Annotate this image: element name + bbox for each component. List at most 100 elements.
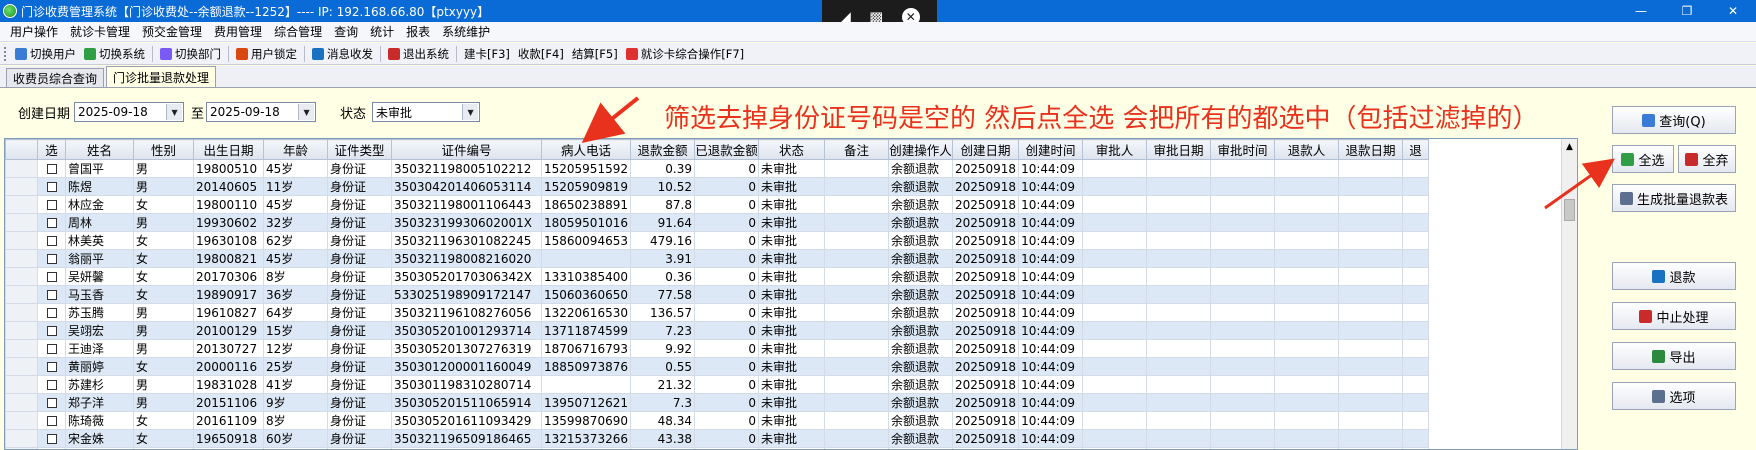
select-cell[interactable] (37, 303, 66, 322)
row-checkbox[interactable] (46, 218, 57, 228)
close-icon[interactable]: ✕ (1710, 0, 1756, 22)
table-row[interactable]: 马玉香女 19890917 36岁 身份证 533025198909172147 1506… (5, 285, 1430, 304)
column-header[interactable]: 审批日期 (1146, 139, 1212, 160)
table-row[interactable]: 吴妍馨女 20170306 8岁 身份证 35030520170306342X 13310… (5, 267, 1430, 286)
table-row[interactable]: 林美英女 19630108 62岁 身份证 350321196301082245 1586… (5, 231, 1430, 250)
row-indicator[interactable] (5, 429, 38, 448)
select-cell[interactable] (37, 393, 66, 412)
select-cell[interactable] (37, 267, 66, 286)
column-header[interactable]: 创建日期 (951, 139, 1020, 160)
row-indicator[interactable] (5, 339, 38, 358)
toolbar-button[interactable]: 退出系统 (384, 46, 453, 62)
column-header[interactable]: 退款人 (1274, 139, 1340, 160)
column-header[interactable]: 退款金额 (629, 139, 695, 160)
select-cell[interactable] (37, 231, 66, 250)
menu-item[interactable]: 费用管理 (208, 23, 268, 40)
row-indicator[interactable] (5, 357, 38, 376)
select-cell[interactable] (37, 213, 66, 232)
row-indicator[interactable] (5, 177, 38, 196)
tab-cashier-query[interactable]: 收费员综合查询 (6, 68, 105, 87)
row-indicator[interactable] (5, 231, 38, 250)
chevron-down-icon[interactable]: ▼ (298, 104, 315, 120)
row-checkbox[interactable] (46, 182, 57, 192)
vertical-scrollbar[interactable]: ▲ (1561, 139, 1577, 449)
row-indicator[interactable] (5, 213, 38, 232)
toolbar-button[interactable]: 收款[F4] (514, 46, 568, 62)
restore-icon[interactable]: ❐ (1664, 0, 1710, 22)
refund-button[interactable]: 退款 (1612, 262, 1736, 290)
toolbar-button[interactable]: 就诊卡综合操作[F7] (622, 46, 748, 62)
menu-item[interactable]: 预交金管理 (136, 23, 208, 40)
column-header[interactable]: 选 (37, 139, 66, 160)
select-cell[interactable] (37, 375, 66, 394)
column-header[interactable]: 年龄 (263, 139, 328, 160)
row-indicator[interactable] (5, 159, 38, 178)
column-header[interactable]: 退款日期 (1338, 139, 1404, 160)
menu-item[interactable]: 统计 (364, 23, 400, 40)
toolbar-button[interactable]: 结算[F5] (568, 46, 622, 62)
table-row[interactable]: 郑子洋男 20151106 9岁 身份证 350305201511065914 13950… (5, 393, 1430, 412)
select-cell[interactable] (37, 249, 66, 268)
row-checkbox[interactable] (46, 416, 57, 426)
table-row[interactable]: 陈煜男 20140605 11岁 身份证 350304201406053114 15205… (5, 177, 1430, 196)
table-row[interactable]: 黄丽婷女 20000116 25岁 身份证 350301200001160049 1885… (5, 357, 1430, 376)
select-all-button[interactable]: 全选 (1612, 145, 1674, 173)
row-checkbox[interactable] (46, 254, 57, 264)
toolbar-button[interactable]: 切换部门 (156, 46, 225, 62)
scroll-thumb[interactable] (1564, 199, 1575, 221)
table-row[interactable]: 陈琦薇女 20161109 8岁 身份证 350305201611093429 13599… (5, 411, 1430, 430)
row-checkbox[interactable] (46, 308, 57, 318)
select-cell[interactable] (37, 339, 66, 358)
menu-item[interactable]: 综合管理 (268, 23, 328, 40)
menu-item[interactable]: 系统维护 (436, 23, 496, 40)
column-header[interactable]: 创建时间 (1018, 139, 1084, 160)
table-row[interactable]: 吴翊宏男 20100129 15岁 身份证 350305201001293714 1371… (5, 321, 1430, 340)
column-header[interactable]: 证件编号 (391, 139, 542, 160)
generate-refund-table-button[interactable]: 生成批量退款表 (1612, 184, 1736, 212)
chevron-down-icon[interactable]: ▼ (462, 104, 479, 120)
tab-batch-refund[interactable]: 门诊批量退款处理 (106, 66, 217, 87)
options-button[interactable]: 选项 (1612, 382, 1736, 410)
toolbar-button[interactable]: 消息收发 (308, 46, 377, 62)
column-header[interactable]: 状态 (757, 139, 825, 160)
row-checkbox[interactable] (46, 290, 57, 300)
table-row[interactable]: 周林男 19930602 32岁 身份证 35032319930602001X 18059… (5, 213, 1430, 232)
row-indicator[interactable] (5, 375, 38, 394)
row-indicator[interactable] (5, 411, 38, 430)
query-button[interactable]: 查询(Q) (1612, 106, 1736, 134)
date-from-picker[interactable]: 2025-09-18 ▼ (74, 102, 185, 122)
column-header[interactable]: 病人电话 (541, 139, 631, 160)
date-to-picker[interactable]: 2025-09-18 ▼ (206, 102, 317, 122)
scroll-up-icon[interactable]: ▲ (1562, 139, 1577, 155)
column-header[interactable]: 证件类型 (327, 139, 392, 160)
select-cell[interactable] (37, 357, 66, 376)
table-row[interactable]: 苏玉腾男 19610827 64岁 身份证 350321196108276056 1322… (5, 303, 1430, 322)
menu-item[interactable]: 用户操作 (4, 23, 64, 40)
menu-item[interactable]: 报表 (400, 23, 436, 40)
row-checkbox[interactable] (46, 344, 57, 354)
column-header[interactable]: 已退款金额 (693, 139, 759, 160)
export-button[interactable]: 导出 (1612, 342, 1736, 370)
row-indicator[interactable] (5, 195, 38, 214)
select-cell[interactable] (37, 159, 66, 178)
table-row[interactable]: 苏建杉男 19831028 41岁 身份证 350301198310280714 21.3… (5, 375, 1430, 394)
select-cell[interactable] (37, 411, 66, 430)
table-row[interactable]: 宋金姝女 19650918 60岁 身份证 350321196509186465 1321… (5, 429, 1430, 448)
row-checkbox[interactable] (46, 362, 57, 372)
select-cell[interactable] (37, 285, 66, 304)
column-header[interactable]: 审批时间 (1210, 139, 1276, 160)
toolbar-button[interactable]: 建卡[F3] (460, 46, 514, 62)
abort-process-button[interactable]: 中止处理 (1612, 302, 1736, 330)
toolbar-button[interactable]: 切换系统 (80, 46, 149, 62)
column-header[interactable]: 退 (1402, 139, 1430, 160)
row-checkbox[interactable] (46, 380, 57, 390)
menu-item[interactable]: 查询 (328, 23, 364, 40)
row-checkbox[interactable] (46, 398, 57, 408)
column-header[interactable]: 出生日期 (193, 139, 264, 160)
table-row[interactable]: 曾国平男 19800510 45岁 身份证 350321198005102212 1520… (5, 159, 1430, 178)
table-row[interactable]: 王迪泽男 20130727 12岁 身份证 350305201307276319 1870… (5, 339, 1430, 358)
minimize-icon[interactable]: — (1618, 0, 1664, 22)
row-checkbox[interactable] (46, 236, 57, 246)
row-checkbox[interactable] (46, 272, 57, 282)
column-header[interactable]: 审批人 (1082, 139, 1148, 160)
